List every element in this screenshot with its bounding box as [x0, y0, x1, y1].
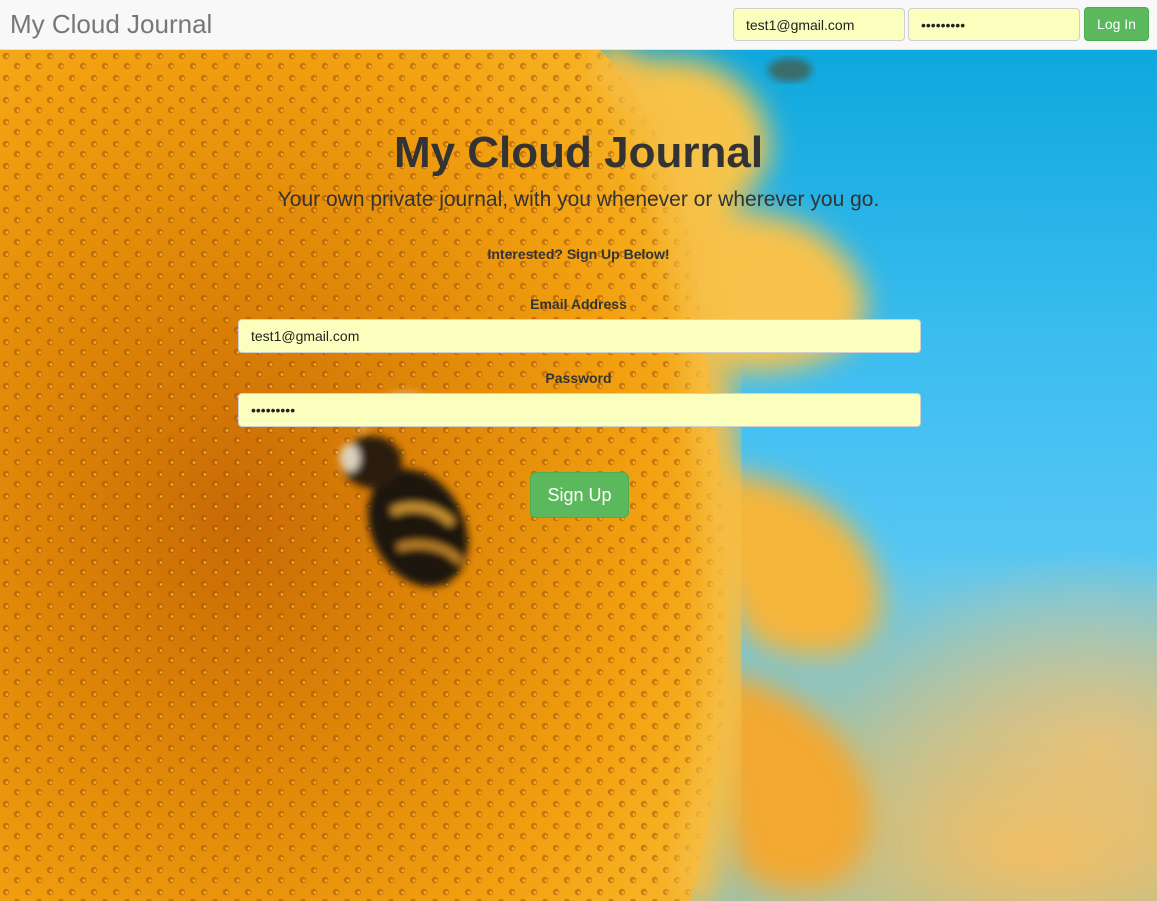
login-email-input[interactable]: [733, 8, 905, 41]
signup-button[interactable]: Sign Up: [530, 472, 629, 518]
signup-password-input[interactable]: [238, 393, 921, 427]
page-subtitle: Your own private journal, with you whene…: [277, 188, 880, 211]
login-password-input[interactable]: [908, 8, 1080, 41]
hero-section: My Cloud Journal Your own private journa…: [0, 50, 1157, 901]
login-button[interactable]: Log In: [1084, 7, 1149, 41]
password-label: Password: [545, 370, 612, 386]
email-label: Email Address: [530, 296, 627, 312]
signup-email-input[interactable]: [238, 319, 921, 353]
page-title: My Cloud Journal: [393, 128, 764, 177]
brand-title[interactable]: My Cloud Journal: [10, 9, 212, 39]
top-navbar: My Cloud Journal Log In: [0, 0, 1157, 50]
signup-prompt: Interested? Sign Up Below!: [487, 246, 670, 262]
